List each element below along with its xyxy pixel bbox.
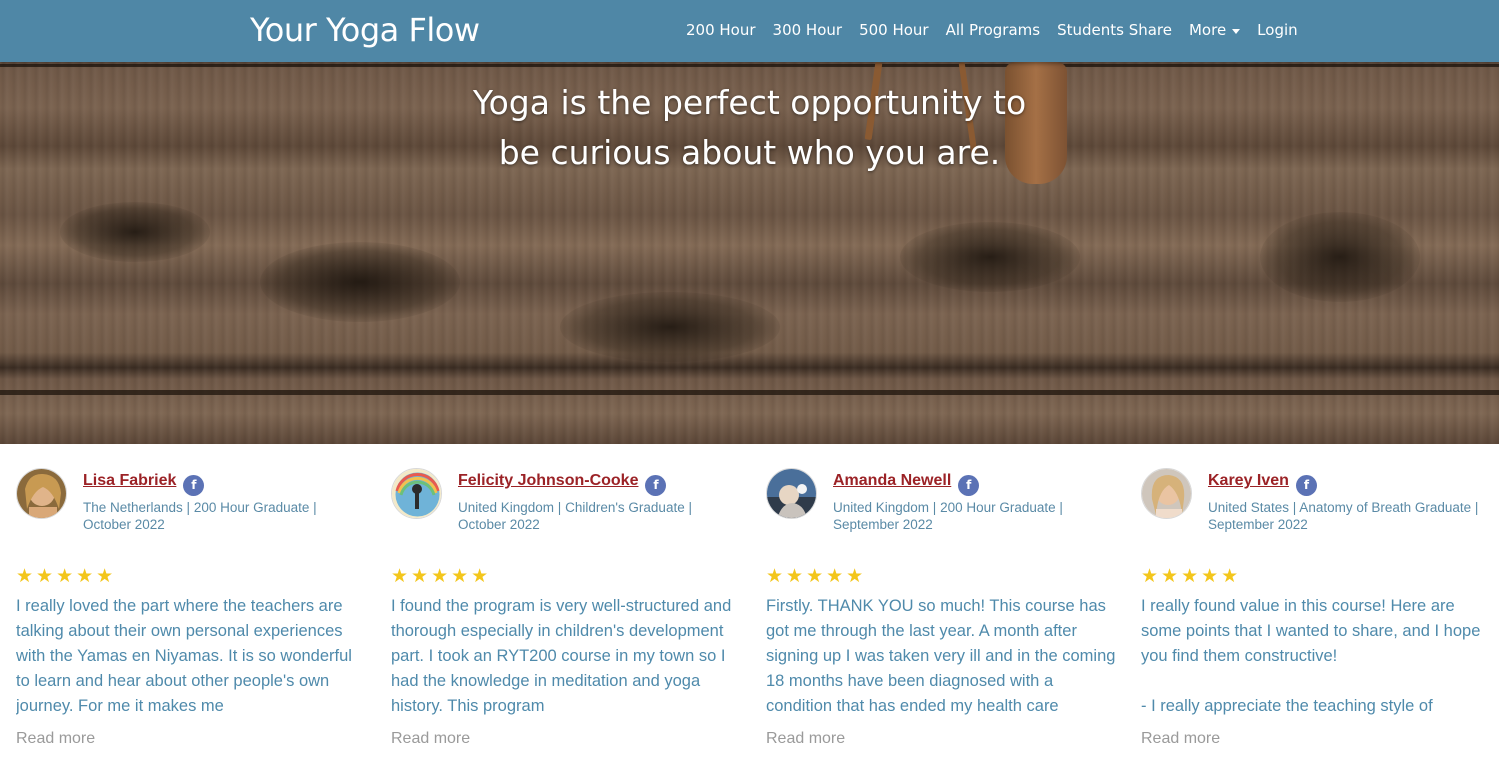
hero-quote-line-2: be curious about who you are. — [498, 133, 1001, 172]
reviewer-name-link[interactable]: Felicity Johnson-Cooke f — [458, 472, 667, 496]
review-text: I found the program is very well-structu… — [391, 597, 732, 715]
review-text: I really loved the part where the teache… — [16, 597, 352, 715]
reviewer-name: Karey Iven — [1208, 472, 1289, 489]
nav-link-500-hour[interactable]: 500 Hour — [859, 21, 929, 39]
nav-more-label: More — [1188, 21, 1227, 39]
reviewer-meta: The Netherlands | 200 Hour Graduate | Oc… — [83, 500, 317, 532]
reviewer-name: Amanda Newell — [833, 472, 952, 489]
nav-links: 200 Hour 300 Hour 500 Hour All Programs … — [686, 21, 1315, 39]
facebook-icon[interactable]: f — [958, 474, 980, 496]
plank-seam — [0, 390, 1499, 395]
avatar — [16, 468, 67, 519]
nav-link-300-hour[interactable]: 300 Hour — [773, 21, 843, 39]
avatar — [766, 468, 817, 519]
facebook-icon[interactable]: f — [645, 474, 667, 496]
star-rating: ★★★★★ — [766, 566, 867, 587]
wood-knot — [560, 292, 780, 362]
hero-quote: Yoga is the perfect opportunity to be cu… — [0, 78, 1499, 178]
reviewer-name: Lisa Fabriek — [83, 472, 177, 489]
facebook-icon[interactable]: f — [183, 474, 205, 496]
reviewer-name: Felicity Johnson-Cooke — [458, 472, 639, 489]
review-text: I really found value in this course! Her… — [1141, 597, 1481, 715]
read-more-link[interactable]: Read more — [391, 730, 470, 748]
star-rating: ★★★★★ — [16, 566, 117, 587]
read-more-link[interactable]: Read more — [16, 730, 95, 748]
nav-link-all-programs[interactable]: All Programs — [946, 21, 1040, 39]
star-rating: ★★★★★ — [1141, 566, 1242, 587]
reviewer-meta: United Kingdom | 200 Hour Graduate | Sep… — [833, 500, 1063, 532]
brand-logo-link[interactable]: Your Yoga Flow — [250, 11, 480, 49]
nav-more-dropdown[interactable]: More — [1188, 21, 1241, 39]
review-text: Firstly. THANK YOU so much! This course … — [766, 597, 1116, 715]
avatar — [391, 468, 442, 519]
avatar — [1141, 468, 1192, 519]
reviewer-meta: United Kingdom | Children's Graduate | O… — [458, 500, 692, 532]
reviewer-name-link[interactable]: Amanda Newell f — [833, 472, 980, 496]
wood-knot — [1260, 212, 1420, 302]
caret-down-icon — [1232, 28, 1241, 34]
reviewer-name-link[interactable]: Karey Iven f — [1208, 472, 1317, 496]
wood-knot — [260, 242, 460, 322]
star-rating: ★★★★★ — [391, 566, 492, 587]
nav-link-login[interactable]: Login — [1257, 21, 1297, 39]
nav-link-students-share[interactable]: Students Share — [1057, 21, 1172, 39]
reviewer-meta: United States | Anatomy of Breath Gradua… — [1208, 500, 1479, 532]
wood-knot — [60, 202, 210, 262]
reviewer-name-link[interactable]: Lisa Fabriek f — [83, 472, 205, 496]
top-navbar: Your Yoga Flow 200 Hour 300 Hour 500 Hou… — [0, 0, 1499, 62]
read-more-link[interactable]: Read more — [1141, 730, 1220, 748]
read-more-link[interactable]: Read more — [766, 730, 845, 748]
plank-seam — [0, 64, 1499, 67]
wood-knot — [900, 222, 1080, 292]
hero-banner: Yoga is the perfect opportunity to be cu… — [0, 62, 1499, 444]
hero-quote-line-1: Yoga is the perfect opportunity to — [472, 83, 1027, 122]
nav-link-200-hour[interactable]: 200 Hour — [686, 21, 756, 39]
facebook-icon[interactable]: f — [1295, 474, 1317, 496]
reviews-section: Lisa Fabriek f The Netherlands | 200 Hour… — [0, 444, 1499, 767]
